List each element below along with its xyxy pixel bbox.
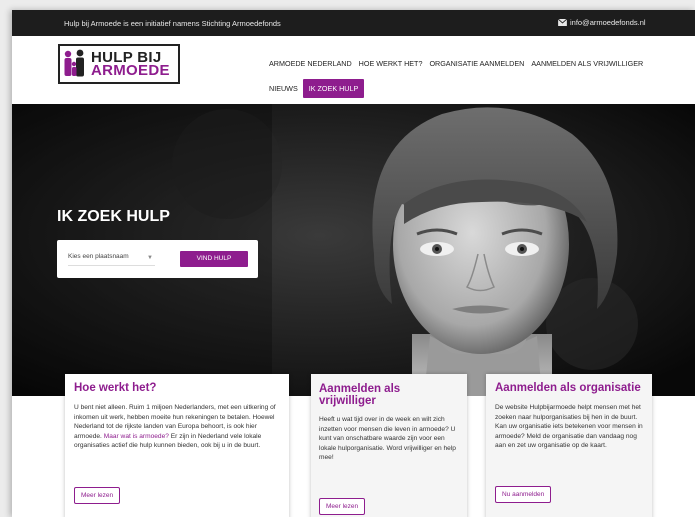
card-aanmelden-organisatie: Aanmelden als organisatie De website Hul… — [486, 374, 652, 517]
top-bar: Hulp bij Armoede is een initiatief namen… — [12, 10, 695, 36]
logo-line2: ARMOEDE — [91, 62, 170, 79]
nav-aanmelden-vrijwilliger[interactable]: AANMELDEN ALS VRIJWILLIGER — [531, 59, 643, 68]
search-panel: Kies een plaatsnaam ▼ VIND HULP — [57, 240, 258, 278]
card-title: Aanmelden als organisatie — [495, 382, 641, 394]
armoede-link[interactable]: Maar wat is armoede? — [104, 433, 169, 440]
card-hoe-werkt-het: Hoe werkt het? U bent niet alleen. Ruim … — [65, 374, 289, 517]
card-text: De website Hulpbijarmoede helpt mensen m… — [495, 404, 643, 450]
read-more-button[interactable]: Meer lezen — [74, 487, 121, 504]
main-nav: ARMOEDE NEDERLAND HOE WERKT HET? ORGANIS… — [269, 59, 689, 98]
topbar-email: info@armoedefonds.nl — [570, 18, 646, 27]
city-select-value: Kies een plaatsnaam — [68, 253, 129, 260]
card-text: U bent niet alleen. Ruim 1 miljoen Neder… — [74, 404, 276, 450]
register-now-button[interactable]: Nu aanmelden — [495, 486, 552, 503]
city-select[interactable]: Kies een plaatsnaam ▼ — [68, 253, 155, 266]
browser-page: Hulp bij Armoede is een initiatief namen… — [12, 10, 695, 517]
topbar-email-link[interactable]: info@armoedefonds.nl — [558, 18, 646, 27]
nav-organisatie-aanmelden[interactable]: ORGANISATIE AANMELDEN — [429, 59, 524, 68]
hero-title: IK ZOEK HULP — [57, 208, 170, 225]
card-title: Aanmelden als vrijwilliger — [319, 383, 401, 407]
mail-icon — [558, 19, 567, 26]
card-title: Hoe werkt het? — [74, 382, 157, 394]
topbar-tagline: Hulp bij Armoede is een initiatief namen… — [64, 19, 281, 28]
site-header: HULP BIJ ARMOEDE ARMOEDE NEDERLAND HOE W… — [12, 36, 695, 104]
site-logo[interactable]: HULP BIJ ARMOEDE — [58, 44, 180, 84]
card-text: Heeft u wat tijd over in de week en wilt… — [319, 416, 456, 462]
nav-nieuws[interactable]: NIEUWS — [269, 84, 298, 93]
hero-banner: IK ZOEK HULP Kies een plaatsnaam ▼ VIND … — [12, 104, 695, 396]
find-help-button[interactable]: VIND HULP — [180, 251, 248, 267]
nav-hoe-werkt-het[interactable]: HOE WERKT HET? — [359, 59, 423, 68]
chevron-down-icon: ▼ — [147, 255, 153, 261]
nav-armoede-nederland[interactable]: ARMOEDE NEDERLAND — [269, 59, 352, 68]
read-more-button[interactable]: Meer lezen — [319, 498, 366, 515]
nav-ik-zoek-hulp[interactable]: IK ZOEK HULP — [302, 79, 365, 98]
family-icon — [64, 49, 84, 77]
card-aanmelden-vrijwilliger: Aanmelden als vrijwilliger Heeft u wat t… — [311, 374, 467, 517]
